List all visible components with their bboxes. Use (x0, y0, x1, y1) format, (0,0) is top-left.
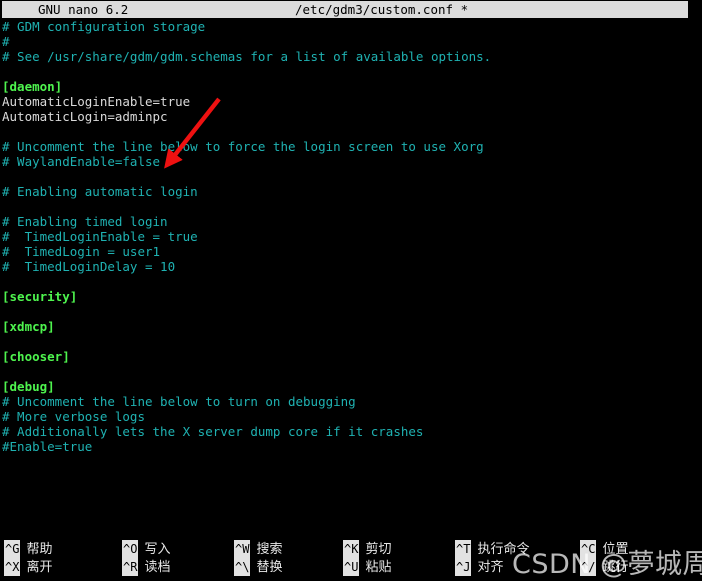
shortcut-key: ^O (122, 540, 139, 558)
shortcut-item[interactable]: ^G 帮助 (4, 540, 52, 558)
editor-line[interactable]: # Uncomment the line below to turn on de… (0, 394, 702, 409)
line-text: # Additionally lets the X server dump co… (2, 424, 424, 439)
shortcut-key: ^G (4, 540, 21, 558)
shortcut-label: 对齐 (477, 560, 504, 575)
shortcut-bar: ^G 帮助 ^X 离开 ^O 写入 ^R 读档 ^W 搜索 ^\ 替换 ^K 剪切 ^U 粘贴 ^T 执行命令 ^J… (0, 536, 702, 580)
editor-line[interactable]: AutomaticLogin=adminpc (0, 109, 702, 124)
shortcut-item[interactable]: ^O 写入 (122, 540, 170, 558)
line-text: # See /usr/share/gdm/gdm.schemas for a l… (2, 49, 492, 64)
line-text: # GDM configuration storage (2, 19, 206, 34)
shortcut-key: ^\ (234, 558, 251, 576)
shortcut-column: ^G 帮助 ^X 离开 (4, 540, 52, 576)
shortcut-item[interactable]: ^W 搜索 (234, 540, 282, 558)
shortcut-key: ^W (234, 540, 251, 558)
shortcut-column: ^K 剪切 ^U 粘贴 (343, 540, 391, 576)
shortcut-item[interactable]: ^U 粘贴 (343, 558, 391, 576)
line-text: # WaylandEnable=false (2, 154, 161, 169)
shortcut-column: ^C 位置 ^/ 跳行 (580, 540, 628, 576)
shortcut-key: ^X (4, 558, 21, 576)
shortcut-item[interactable]: ^/ 跳行 (580, 558, 628, 576)
editor-line[interactable]: # Uncomment the line below to force the … (0, 139, 702, 154)
line-text: # Enabling timed login (2, 214, 168, 229)
shortcut-key: ^K (343, 540, 360, 558)
shortcut-key: ^T (455, 540, 472, 558)
editor-line[interactable] (0, 304, 702, 319)
editor-line[interactable]: # TimedLogin = user1 (0, 244, 702, 259)
shortcut-key: ^C (580, 540, 597, 558)
editor-line[interactable]: #Enable=true (0, 439, 702, 454)
line-text: # TimedLoginEnable = true (2, 229, 198, 244)
editor-line[interactable] (0, 364, 702, 379)
shortcut-key: ^R (122, 558, 139, 576)
shortcut-label: 离开 (26, 560, 53, 575)
line-text: [security] (2, 289, 78, 304)
shortcut-column: ^O 写入 ^R 读档 (122, 540, 170, 576)
editor-line[interactable]: # (0, 34, 702, 49)
shortcut-label: 位置 (602, 542, 629, 557)
shortcut-column: ^W 搜索 ^\ 替换 (234, 540, 282, 576)
editor-line[interactable] (0, 169, 702, 184)
editor-line[interactable]: # More verbose logs (0, 409, 702, 424)
line-text: # Uncomment the line below to turn on de… (2, 394, 356, 409)
shortcut-label: 剪切 (365, 542, 392, 557)
line-text: [daemon] (2, 79, 63, 94)
line-text: #Enable=true (2, 439, 93, 454)
shortcut-label: 跳行 (602, 560, 629, 575)
shortcut-item[interactable]: ^\ 替换 (234, 558, 282, 576)
shortcut-key: ^U (343, 558, 360, 576)
editor-line[interactable] (0, 199, 702, 214)
editor-line[interactable]: [xdmcp] (0, 319, 702, 334)
shortcut-item[interactable]: ^J 对齐 (455, 558, 529, 576)
line-text: AutomaticLoginEnable=true (2, 94, 191, 109)
nano-version-label: GNU nano 6.2 (38, 2, 129, 17)
editor-line[interactable]: # TimedLoginEnable = true (0, 229, 702, 244)
shortcut-label: 写入 (144, 542, 171, 557)
shortcut-column: ^T 执行命令 ^J 对齐 (455, 540, 529, 576)
editor-line[interactable]: [daemon] (0, 79, 702, 94)
shortcut-key: ^/ (580, 558, 597, 576)
line-text: # TimedLoginDelay = 10 (2, 259, 176, 274)
shortcut-item[interactable]: ^K 剪切 (343, 540, 391, 558)
shortcut-key: ^J (455, 558, 472, 576)
shortcut-item[interactable]: ^C 位置 (580, 540, 628, 558)
editor-line[interactable] (0, 334, 702, 349)
editor-line[interactable]: [debug] (0, 379, 702, 394)
line-text: [debug] (2, 379, 55, 394)
line-text: # (2, 34, 10, 49)
shortcut-label: 帮助 (26, 542, 53, 557)
line-text: # TimedLogin = user1 (2, 244, 161, 259)
shortcut-label: 读档 (144, 560, 171, 575)
editor-line[interactable] (0, 124, 702, 139)
line-text: # More verbose logs (2, 409, 145, 424)
editor-line[interactable] (0, 64, 702, 79)
editor-line[interactable]: # TimedLoginDelay = 10 (0, 259, 702, 274)
nano-editor-window: GNU nano 6.2 /etc/gdm3/custom.conf * # G… (0, 0, 702, 580)
editor-buffer[interactable]: # GDM configuration storage # # See /usr/s… (0, 19, 702, 531)
line-text: # Uncomment the line below to force the … (2, 139, 484, 154)
editor-line[interactable]: # WaylandEnable=false (0, 154, 702, 169)
line-text: # Enabling automatic login (2, 184, 198, 199)
editor-line[interactable]: # GDM configuration storage (0, 19, 702, 34)
editor-line[interactable] (0, 274, 702, 289)
editor-line[interactable]: AutomaticLoginEnable=true (0, 94, 702, 109)
filename-label: /etc/gdm3/custom.conf * (295, 2, 469, 17)
shortcut-label: 搜索 (256, 542, 283, 557)
editor-line[interactable]: [security] (0, 289, 702, 304)
shortcut-item[interactable]: ^X 离开 (4, 558, 52, 576)
editor-line[interactable]: # Enabling automatic login (0, 184, 702, 199)
shortcut-item[interactable]: ^R 读档 (122, 558, 170, 576)
editor-line[interactable]: # See /usr/share/gdm/gdm.schemas for a l… (0, 49, 702, 64)
shortcut-label: 执行命令 (477, 542, 530, 557)
editor-line[interactable]: [chooser] (0, 349, 702, 364)
shortcut-label: 粘贴 (365, 560, 392, 575)
shortcut-label: 替换 (256, 560, 283, 575)
titlebar: GNU nano 6.2 /etc/gdm3/custom.conf * (2, 1, 688, 18)
line-text: AutomaticLogin=adminpc (2, 109, 168, 124)
line-text: [chooser] (2, 349, 70, 364)
editor-line[interactable]: # Additionally lets the X server dump co… (0, 424, 702, 439)
editor-line[interactable]: # Enabling timed login (0, 214, 702, 229)
shortcut-item[interactable]: ^T 执行命令 (455, 540, 529, 558)
line-text: [xdmcp] (2, 319, 55, 334)
